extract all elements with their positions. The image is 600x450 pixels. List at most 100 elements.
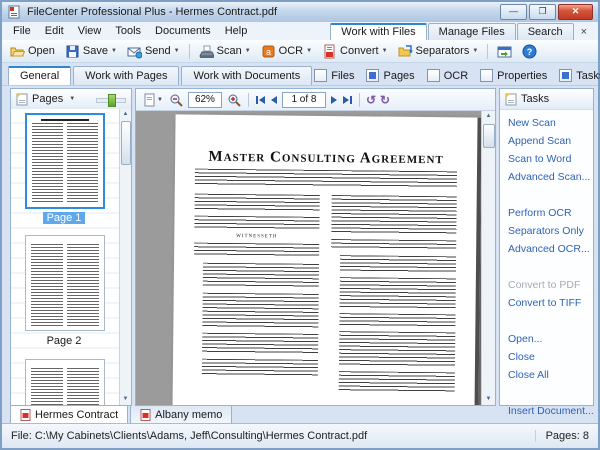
task-append-scan[interactable]: Append Scan xyxy=(500,132,593,150)
task-close[interactable]: Close xyxy=(500,348,593,366)
paragraph-placeholder xyxy=(339,331,455,366)
menu-help[interactable]: Help xyxy=(218,23,255,39)
viewer-toolbar: ▼ 62% 1 of 8 ↺ ↻ xyxy=(136,89,495,111)
properties-checkbox[interactable] xyxy=(480,69,493,82)
ocr-dropdown-icon[interactable]: ▼ xyxy=(306,48,312,54)
view-toggles: Files Pages OCR Properties Tasks xyxy=(314,69,600,85)
tasks-checkbox[interactable] xyxy=(559,69,572,82)
next-page-button[interactable] xyxy=(330,95,338,105)
viewer-canvas: Master Consulting Agreement WITNESSETH xyxy=(136,111,482,405)
zoom-in-button[interactable] xyxy=(226,92,242,108)
main-tab-strip: Work with Files Manage Files Search × xyxy=(330,23,593,40)
thumbnail-size-slider[interactable] xyxy=(96,94,126,105)
save-button[interactable]: Save ▼ xyxy=(61,43,121,60)
task-convert-to-pdf[interactable]: Convert to PDF xyxy=(500,276,593,294)
scroll-down-icon[interactable]: ▼ xyxy=(482,394,495,405)
thumbnail-page-1[interactable] xyxy=(25,113,105,209)
toggle-properties[interactable]: Properties xyxy=(480,69,547,82)
scrollbar-thumb[interactable] xyxy=(121,121,131,165)
document-body: WITNESSETH xyxy=(193,194,457,399)
scrollbar-thumb[interactable] xyxy=(483,124,495,148)
task-convert-to-tiff[interactable]: Convert to TIFF xyxy=(500,294,593,312)
tab-work-with-documents[interactable]: Work with Documents xyxy=(181,66,312,85)
scroll-up-icon[interactable]: ▲ xyxy=(120,109,131,120)
thumbnail-page-3[interactable] xyxy=(25,359,105,405)
fit-dropdown-icon[interactable]: ▼ xyxy=(157,97,163,103)
ocr-checkbox[interactable] xyxy=(427,69,440,82)
send-button[interactable]: Send ▼ xyxy=(123,43,184,60)
task-new-scan[interactable]: New Scan xyxy=(500,114,593,132)
menu-file[interactable]: File xyxy=(6,23,38,39)
document-heading: WITNESSETH xyxy=(194,234,319,240)
options-button[interactable] xyxy=(493,43,516,60)
toggle-tasks[interactable]: Tasks xyxy=(559,69,600,82)
task-insert-document[interactable]: Insert Document... xyxy=(500,402,593,420)
tab-work-with-files[interactable]: Work with Files xyxy=(330,23,426,40)
scan-dropdown-icon[interactable]: ▼ xyxy=(245,48,251,54)
pages-checkbox[interactable] xyxy=(366,69,379,82)
paragraph-placeholder xyxy=(339,371,455,392)
files-checkbox[interactable] xyxy=(314,69,327,82)
tab-work-with-pages[interactable]: Work with Pages xyxy=(73,66,179,85)
task-open[interactable]: Open... xyxy=(500,330,593,348)
thumbnail-label-page-2[interactable]: Page 2 xyxy=(11,335,117,347)
note-icon xyxy=(505,93,517,106)
page-indicator-field[interactable]: 1 of 8 xyxy=(282,92,326,108)
paragraph-placeholder xyxy=(340,255,456,272)
pages-dropdown-icon[interactable]: ▼ xyxy=(69,96,75,102)
separators-dropdown-icon[interactable]: ▼ xyxy=(472,48,478,54)
scan-button[interactable]: Scan ▼ xyxy=(195,43,255,60)
toggle-pages[interactable]: Pages xyxy=(366,69,414,82)
toolbar-separator xyxy=(487,44,488,59)
svg-text:a: a xyxy=(266,47,271,57)
menu-edit[interactable]: Edit xyxy=(38,23,71,39)
tab-manage-files[interactable]: Manage Files xyxy=(428,23,516,40)
task-scan-to-word[interactable]: Scan to Word xyxy=(500,150,593,168)
save-dropdown-icon[interactable]: ▼ xyxy=(111,48,117,54)
zoom-out-button[interactable] xyxy=(168,92,184,108)
toggle-files[interactable]: Files xyxy=(314,69,354,82)
program-window-icon xyxy=(497,44,512,59)
menu-documents[interactable]: Documents xyxy=(148,23,218,39)
task-close-all[interactable]: Close All xyxy=(500,366,593,384)
slider-thumb[interactable] xyxy=(108,94,116,107)
thumbnail-scrollbar[interactable]: ▲ ▼ xyxy=(119,109,131,405)
svg-text:?: ? xyxy=(527,47,533,57)
last-page-button[interactable] xyxy=(342,95,353,105)
task-perform-ocr[interactable]: Perform OCR xyxy=(500,204,593,222)
first-page-button[interactable] xyxy=(255,95,266,105)
task-advanced-scan[interactable]: Advanced Scan... xyxy=(500,168,593,186)
close-button[interactable]: ✕ xyxy=(558,4,593,20)
scroll-up-icon[interactable]: ▲ xyxy=(482,111,495,122)
ocr-button[interactable]: a OCR ▼ xyxy=(257,43,316,60)
scroll-down-icon[interactable]: ▼ xyxy=(120,394,131,405)
sub-tab-strip: General Work with Pages Work with Docume… xyxy=(2,63,598,86)
tabstrip-close-icon[interactable]: × xyxy=(575,24,593,40)
toggle-ocr[interactable]: OCR xyxy=(427,69,468,82)
previous-page-button[interactable] xyxy=(270,95,278,105)
menu-tools[interactable]: Tools xyxy=(108,23,148,39)
fit-page-button[interactable]: ▼ xyxy=(142,92,164,108)
task-separators-only[interactable]: Separators Only xyxy=(500,222,593,240)
tab-general[interactable]: General xyxy=(8,66,71,85)
convert-dropdown-icon[interactable]: ▼ xyxy=(382,48,388,54)
maximize-button[interactable]: ❐ xyxy=(529,4,556,20)
minimize-button[interactable]: — xyxy=(500,4,527,20)
menu-view[interactable]: View xyxy=(71,23,109,39)
help-button[interactable]: ? xyxy=(518,43,541,60)
save-disk-icon xyxy=(65,44,80,59)
tab-search[interactable]: Search xyxy=(517,23,574,40)
separators-button[interactable]: Separators ▼ xyxy=(394,43,483,60)
viewer-scrollbar[interactable]: ▲ ▼ xyxy=(481,111,495,405)
thumbnail-page-2[interactable] xyxy=(25,235,105,331)
rotate-right-icon[interactable]: ↻ xyxy=(380,94,390,106)
rotate-left-icon[interactable]: ↺ xyxy=(366,94,376,106)
open-button[interactable]: Open xyxy=(6,43,59,60)
task-advanced-ocr[interactable]: Advanced OCR... xyxy=(500,240,593,258)
tasks-panel-header: Tasks xyxy=(500,89,593,110)
zoom-level-field[interactable]: 62% xyxy=(188,92,222,108)
convert-button[interactable]: Convert ▼ xyxy=(318,43,391,60)
thumbnail-label-page-1[interactable]: Page 1 xyxy=(11,212,117,224)
send-dropdown-icon[interactable]: ▼ xyxy=(174,48,180,54)
status-bar: File: C:\My Cabinets\Clients\Adams, Jeff… xyxy=(2,423,598,448)
